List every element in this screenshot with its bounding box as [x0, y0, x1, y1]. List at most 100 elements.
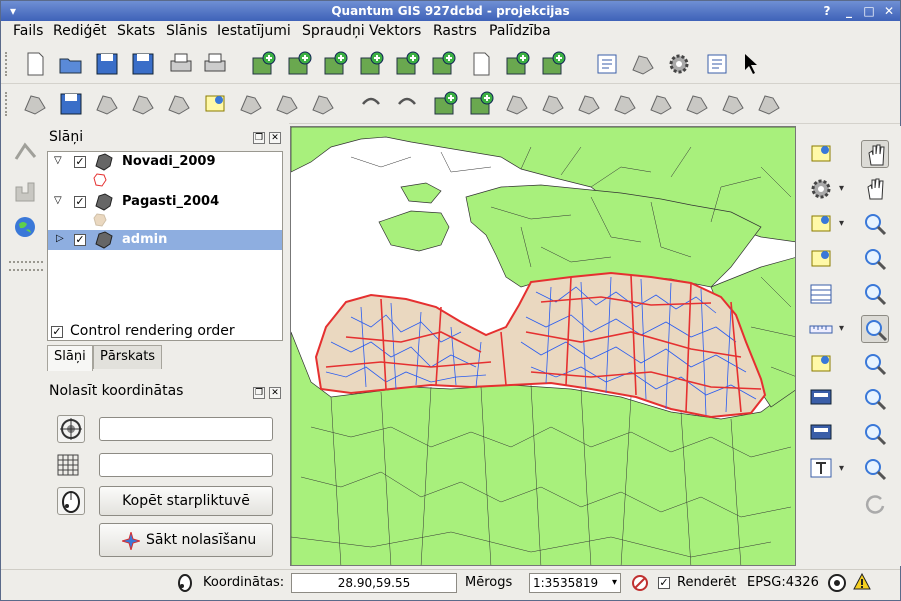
control-rendering-checkbox[interactable]: ✓	[51, 326, 63, 338]
layer-visible-checkbox[interactable]: ✓	[74, 196, 86, 208]
add-wms-layer-button[interactable]	[393, 50, 421, 78]
offset-button[interactable]	[755, 90, 783, 118]
menu-palidziba[interactable]: Palīdzība	[489, 23, 551, 39]
tab-slani[interactable]: Slāņi	[47, 345, 93, 371]
cut-button[interactable]	[237, 90, 265, 118]
collapse-icon[interactable]: ▽	[54, 155, 62, 166]
delete-part-button[interactable]	[539, 90, 567, 118]
pan-to-selected-button[interactable]	[861, 175, 889, 203]
toolbar-grip[interactable]	[5, 52, 9, 76]
add-ring-button[interactable]	[431, 90, 459, 118]
digitize-icon[interactable]	[13, 141, 39, 163]
zoom-last-button[interactable]	[861, 420, 889, 448]
menu-rastrs[interactable]: Rastrs	[433, 23, 477, 39]
menu-vektors[interactable]: Vektors	[369, 23, 421, 39]
delete-selected-button[interactable]	[201, 90, 229, 118]
print-composer-button[interactable]	[167, 50, 195, 78]
add-spatialite-layer-button[interactable]	[357, 50, 385, 78]
delete-ring-button[interactable]	[503, 90, 531, 118]
layer-visible-checkbox[interactable]: ✓	[74, 234, 86, 246]
dock-float-icon[interactable]: ❐	[253, 132, 265, 144]
warning-icon[interactable]	[853, 573, 871, 591]
menu-rediget[interactable]: Rediģēt	[53, 23, 106, 39]
new-bookmark-button[interactable]	[807, 385, 835, 413]
strip-grip[interactable]	[9, 269, 43, 271]
chevron-down-icon[interactable]: ▾	[839, 183, 844, 194]
save-project-button[interactable]	[93, 50, 121, 78]
menu-spraudni[interactable]: Spraudņi	[302, 23, 365, 39]
zoom-next-button[interactable]	[861, 455, 889, 483]
zoom-actual-button[interactable]	[861, 385, 889, 413]
capture-button[interactable]	[57, 487, 85, 515]
copy-button[interactable]	[273, 90, 301, 118]
add-wfs-layer-button[interactable]	[429, 50, 457, 78]
maximize-icon[interactable]: □	[861, 3, 877, 19]
render-checkbox[interactable]: ✓	[658, 577, 670, 589]
add-gpx-button[interactable]	[539, 50, 567, 78]
dock-float-icon[interactable]: ❐	[253, 387, 265, 399]
epsg-label[interactable]: EPSG:4326	[747, 575, 819, 590]
open-project-button[interactable]	[57, 50, 85, 78]
zoom-full-button[interactable]	[861, 280, 889, 308]
redo-button[interactable]	[393, 90, 421, 118]
tab-parskats[interactable]: Pārskats	[93, 345, 163, 369]
print-button[interactable]	[201, 50, 229, 78]
add-island-button[interactable]	[467, 90, 495, 118]
new-shapefile-button[interactable]	[467, 50, 495, 78]
capture-polygon-button[interactable]	[93, 90, 121, 118]
move-feature-button[interactable]	[129, 90, 157, 118]
map-canvas[interactable]	[290, 126, 796, 566]
pan-button[interactable]	[861, 140, 889, 168]
text-annotation-button[interactable]	[807, 455, 835, 483]
select-button[interactable]	[807, 210, 835, 238]
deselect-button[interactable]	[807, 245, 835, 273]
attribute-table-button[interactable]	[807, 280, 835, 308]
measure-button[interactable]	[807, 315, 835, 343]
help-book-button[interactable]	[703, 50, 731, 78]
projection-globe-icon[interactable]	[827, 573, 847, 593]
help-question-icon[interactable]: ?	[819, 3, 835, 19]
add-vector-layer-button[interactable]	[249, 50, 277, 78]
window-menu-icon[interactable]: ▾	[5, 3, 21, 19]
edit-pencil-button[interactable]	[21, 90, 49, 118]
plugin-tool-button[interactable]	[665, 50, 693, 78]
rotate-button[interactable]	[719, 90, 747, 118]
simplify-button[interactable]	[683, 90, 711, 118]
reshape-button[interactable]	[575, 90, 603, 118]
add-delimited-text-button[interactable]	[503, 50, 531, 78]
zoom-to-selection-button[interactable]	[861, 315, 889, 343]
stop-render-icon[interactable]	[631, 574, 649, 592]
identify-button[interactable]	[807, 140, 835, 168]
zoom-in-button[interactable]	[861, 210, 889, 238]
toolbar-grip[interactable]	[5, 92, 9, 116]
crs-button[interactable]	[57, 415, 85, 443]
save-as-button[interactable]	[129, 50, 157, 78]
node-tool-button[interactable]	[165, 90, 193, 118]
collapse-icon[interactable]: ▽	[54, 195, 62, 206]
scale-combo[interactable]: 1:3535819 ▾	[529, 573, 621, 593]
globe-icon[interactable]	[13, 215, 37, 239]
undo-button[interactable]	[357, 90, 385, 118]
coord-field-2[interactable]	[99, 453, 273, 477]
layer-row[interactable]: ▽ ✓ Novadi_2009	[48, 152, 282, 172]
paste-button[interactable]	[309, 90, 337, 118]
whats-this-button[interactable]	[739, 50, 767, 78]
menu-fails[interactable]: Fails	[13, 23, 43, 39]
close-icon[interactable]: ✕	[881, 3, 897, 19]
layer-visible-checkbox[interactable]: ✓	[74, 156, 86, 168]
strip-grip[interactable]	[9, 261, 43, 263]
zoom-out-button[interactable]	[861, 245, 889, 273]
refresh-button[interactable]	[861, 490, 889, 518]
merge-button[interactable]	[647, 90, 675, 118]
copy-to-clipboard-button[interactable]: Kopēt starpliktuvē	[99, 486, 273, 516]
chevron-down-icon[interactable]: ▾	[839, 323, 844, 334]
save-edits-button[interactable]	[57, 90, 85, 118]
menu-skats[interactable]: Skats	[117, 23, 155, 39]
layer-row-selected[interactable]: ▷ ✓ admin	[48, 230, 282, 250]
dock-close-icon[interactable]: ✕	[269, 387, 281, 399]
minimize-icon[interactable]: _	[841, 3, 857, 19]
coord-field-1[interactable]	[99, 417, 273, 441]
expand-icon[interactable]: ▷	[56, 233, 64, 244]
layer-row[interactable]: ▽ ✓ Pagasti_2004	[48, 192, 282, 212]
new-project-button[interactable]	[21, 50, 49, 78]
